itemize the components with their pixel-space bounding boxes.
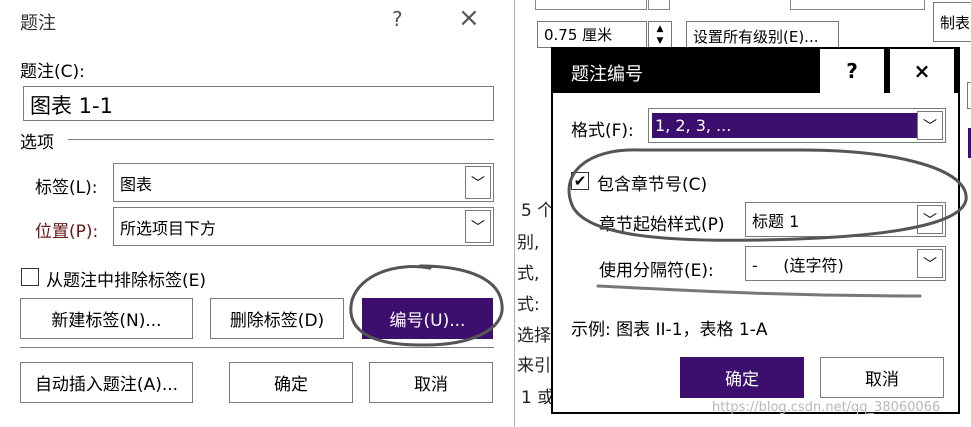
bg-doc-line-2: 别, [517,233,540,253]
buttons-divider [20,347,494,348]
watermark: https://blog.csdn.net/qq_38060066 [712,400,941,415]
options-header: 选项 [20,133,54,153]
exclude-label-text: 从题注中排除标签(E) [46,271,207,291]
bg-unit-field[interactable]: 0.75 厘米 [537,21,647,48]
label-field-label: 标签(L): [35,178,98,198]
chapter-style-select[interactable]: 标题 1 ﹀ [745,202,946,237]
format-select[interactable]: 1, 2, 3, ... ﹀ [648,108,946,143]
chapter-style-value: 标题 1 [752,211,800,231]
bg-top-remnant-1 [535,0,647,10]
bg-top-remnant-2 [648,0,670,10]
position-select-value: 所选项目下方 [120,218,217,238]
caption-dialog-title: 题注 [20,13,56,34]
bg-doc-line-6: 来引 [517,356,551,376]
include-chapter-label: 包含章节号(C) [597,175,708,195]
chevron-down-icon[interactable]: ﹀ [917,249,943,278]
chevron-down-icon[interactable]: ﹀ [917,111,943,140]
bg-unit-spinner[interactable]: ▲ ▼ [648,21,672,48]
label-select-value: 图表 [120,174,153,194]
separator-select[interactable]: - (连字符) ﹀ [745,246,946,281]
numbering-ok-button[interactable]: 确定 [680,357,804,398]
include-chapter-checkbox[interactable]: ✔ [571,172,589,190]
chapter-style-label: 章节起始样式(P) [599,215,725,235]
caption-cancel-button[interactable]: 取消 [369,362,493,403]
bg-doc-line-4: 式: [517,295,540,315]
new-label-button[interactable]: 新建标签(N)... [20,298,193,339]
format-select-value: 1, 2, 3, ... [652,113,926,138]
chevron-down-icon[interactable]: ﹀ [465,166,491,199]
numbering-close-icon[interactable]: × [888,49,954,93]
caption-label: 题注(C): [20,62,85,82]
bg-doc-line-1: 5 个 [521,201,555,221]
caption-dialog: 题注 ? × 题注(C): 图表 1-1 选项 标签(L): 图表 ﹀ 位置(P… [0,0,515,427]
caption-numbering-dialog: 题注编号 ? × 格式(F): 1, 2, 3, ... ﹀ ✔ 包含章节号(C… [551,47,960,414]
options-divider [68,139,494,140]
bg-edge-button[interactable]: 制表 [933,2,971,42]
numbering-help-icon[interactable]: ? [818,49,884,93]
separator-label: 使用分隔符(E): [599,261,714,281]
spin-down-icon: ▼ [656,35,664,46]
chevron-down-icon[interactable]: ﹀ [917,205,943,234]
close-icon[interactable]: × [458,3,480,33]
help-icon[interactable]: ? [392,7,403,31]
numbering-cancel-button[interactable]: 取消 [820,357,944,398]
auto-insert-caption-button[interactable]: 自动插入题注(A)... [20,362,193,403]
numbering-dialog-title: 题注编号 [571,64,643,85]
position-select[interactable]: 所选项目下方 ﹀ [113,207,494,246]
numbering-button[interactable]: 编号(U)... [362,298,493,339]
spin-up-icon: ▲ [656,23,664,34]
separator-value: - (连字符) [752,255,844,275]
position-field-label: 位置(P): [35,222,99,242]
bg-doc-line-5: 选择 [517,326,551,346]
numbering-title-bar: 题注编号 ? × [553,49,958,93]
label-select[interactable]: 图表 ﹀ [113,163,494,202]
format-label: 格式(F): [571,121,634,141]
caption-input[interactable]: 图表 1-1 [23,86,494,121]
bg-edge-field [967,82,971,109]
bg-top-remnant-3 [790,0,925,10]
caption-ok-button[interactable]: 确定 [229,362,353,403]
bg-doc-line-3: 式, [517,264,540,284]
example-text: 示例: 图表 II-1，表格 1-A [571,320,768,340]
delete-label-button[interactable]: 删除标签(D) [210,298,344,339]
bg-doc-line-7: 1 或 [521,388,555,408]
exclude-label-checkbox[interactable] [21,268,39,286]
chevron-down-icon[interactable]: ﹀ [465,210,491,243]
